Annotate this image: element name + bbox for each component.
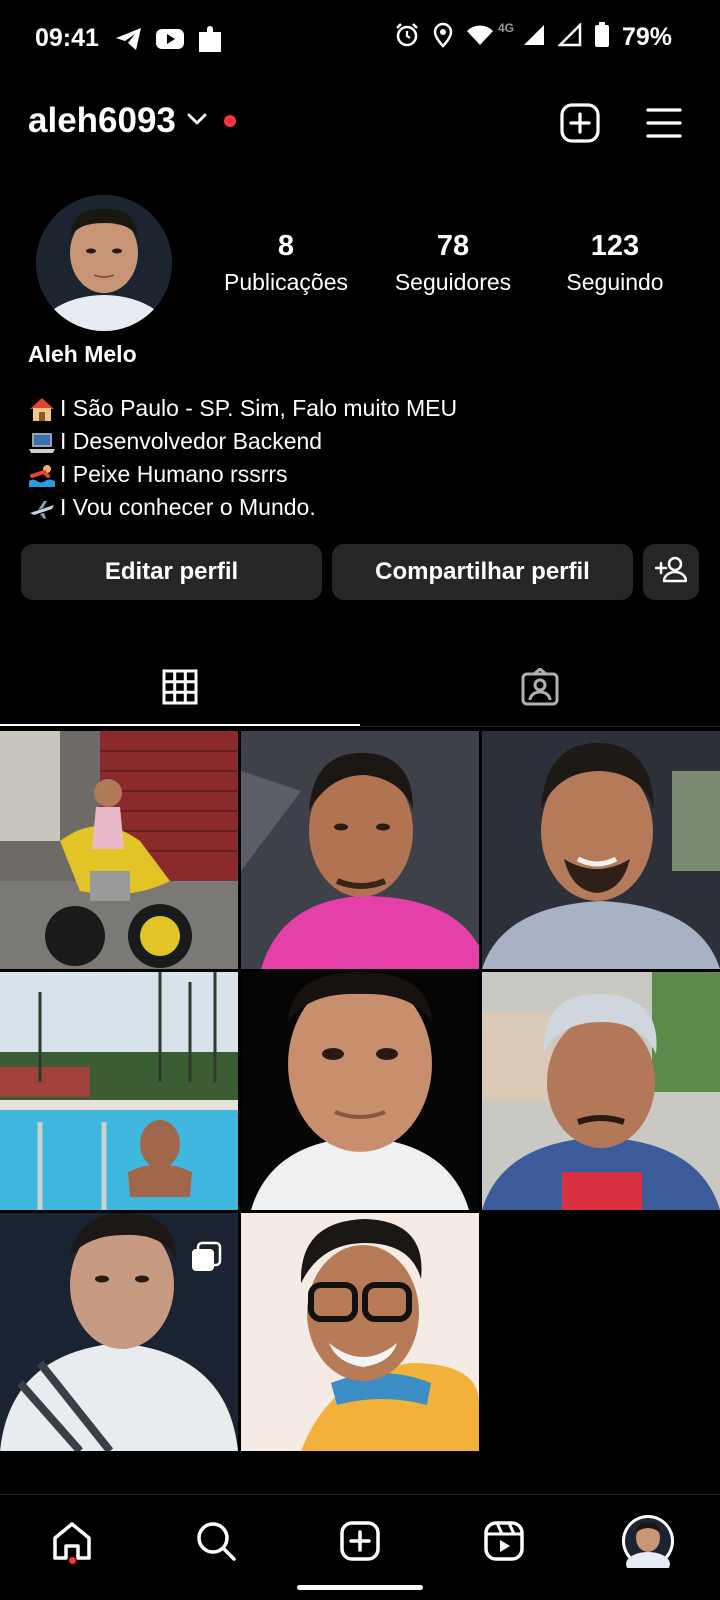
house-emoji-icon	[28, 396, 58, 422]
post-thumbnail[interactable]	[0, 731, 238, 969]
reels-icon	[483, 1520, 525, 1567]
status-bar: 09:41 4G 79%	[0, 0, 720, 78]
airplane-emoji-icon	[28, 495, 58, 521]
profile-avatar-small	[621, 1514, 675, 1576]
bio: I São Paulo - SP. Sim, Falo muito MEU I …	[28, 392, 688, 524]
youtube-icon	[155, 27, 185, 56]
post-thumbnail[interactable]	[482, 731, 720, 969]
search-icon	[195, 1520, 237, 1567]
tagged-icon	[520, 666, 560, 711]
profile-avatar[interactable]	[36, 195, 172, 331]
location-icon	[432, 22, 454, 53]
post-thumbnail[interactable]	[241, 731, 479, 969]
multiple-photos-icon	[190, 1241, 222, 1278]
post-thumbnail[interactable]	[0, 972, 238, 1210]
bio-text: I Vou conhecer o Mundo.	[60, 494, 316, 520]
bio-line: I Desenvolvedor Backend	[28, 425, 688, 458]
posts-label: Publicações	[223, 269, 349, 295]
nav-search[interactable]	[184, 1511, 248, 1575]
signal-icon-secondary	[556, 21, 582, 52]
telegram-icon	[115, 26, 143, 57]
following-count[interactable]: 123 Seguindo	[550, 230, 680, 296]
battery-level: 79%	[621, 23, 672, 51]
followers-label: Seguidores	[394, 269, 512, 295]
post-thumbnail[interactable]	[241, 972, 479, 1210]
followers-count[interactable]: 78 Seguidores	[380, 230, 526, 296]
grid-icon	[162, 669, 198, 710]
home-notification-dot	[69, 1557, 76, 1564]
followers-number: 78	[436, 230, 470, 262]
create-icon	[339, 1520, 381, 1567]
status-time: 09:41	[35, 24, 99, 52]
display-name: Aleh Melo	[28, 341, 137, 367]
post-thumbnail[interactable]	[241, 1213, 479, 1451]
menu-button[interactable]	[642, 103, 686, 147]
notification-dot	[223, 115, 236, 127]
bio-line: I Vou conhecer o Mundo.	[28, 491, 688, 524]
nav-create[interactable]	[328, 1511, 392, 1575]
swimmer-emoji-icon	[28, 462, 58, 488]
account-switcher[interactable]: aleh6093	[28, 101, 236, 141]
posts-number: 8	[277, 230, 295, 262]
post-thumbnail[interactable]	[482, 972, 720, 1210]
nav-home[interactable]	[40, 1511, 104, 1575]
tab-posts-grid[interactable]	[0, 650, 360, 728]
bio-text: I Peixe Humano rssrrs	[60, 461, 288, 487]
following-label: Seguindo	[566, 269, 664, 295]
tab-indicator	[0, 724, 360, 726]
signal-icon	[522, 23, 546, 52]
share-profile-button[interactable]: Compartilhar perfil	[332, 544, 633, 600]
bio-line: I São Paulo - SP. Sim, Falo muito MEU	[28, 392, 688, 425]
posts-count[interactable]: 8 Publicações	[216, 230, 356, 296]
new-post-icon	[560, 102, 600, 148]
nav-reels[interactable]	[472, 1511, 536, 1575]
tab-divider	[360, 726, 720, 727]
battery-icon	[594, 22, 610, 53]
nav-profile[interactable]	[616, 1511, 680, 1576]
chevron-down-icon	[186, 112, 208, 131]
profile-header: aleh6093	[0, 95, 720, 155]
wifi-icon	[466, 23, 494, 52]
edit-profile-button[interactable]: Editar perfil	[21, 544, 322, 600]
laptop-emoji-icon	[28, 429, 58, 455]
add-person-icon	[654, 555, 688, 590]
bio-text: I São Paulo - SP. Sim, Falo muito MEU	[60, 395, 458, 421]
tab-tagged[interactable]	[360, 650, 720, 728]
network-type: 4G	[497, 20, 514, 35]
bio-text: I Desenvolvedor Backend	[60, 428, 323, 454]
profile-tabs	[0, 650, 720, 728]
username: aleh6093	[28, 101, 176, 140]
menu-icon	[646, 107, 682, 144]
discover-people-button[interactable]	[643, 544, 699, 600]
bio-line: I Peixe Humano rssrrs	[28, 458, 688, 491]
new-post-button[interactable]	[558, 102, 602, 148]
puzzle-icon	[197, 24, 225, 59]
gesture-bar[interactable]	[297, 1585, 423, 1590]
following-number: 123	[590, 230, 640, 262]
alarm-icon	[394, 22, 420, 53]
